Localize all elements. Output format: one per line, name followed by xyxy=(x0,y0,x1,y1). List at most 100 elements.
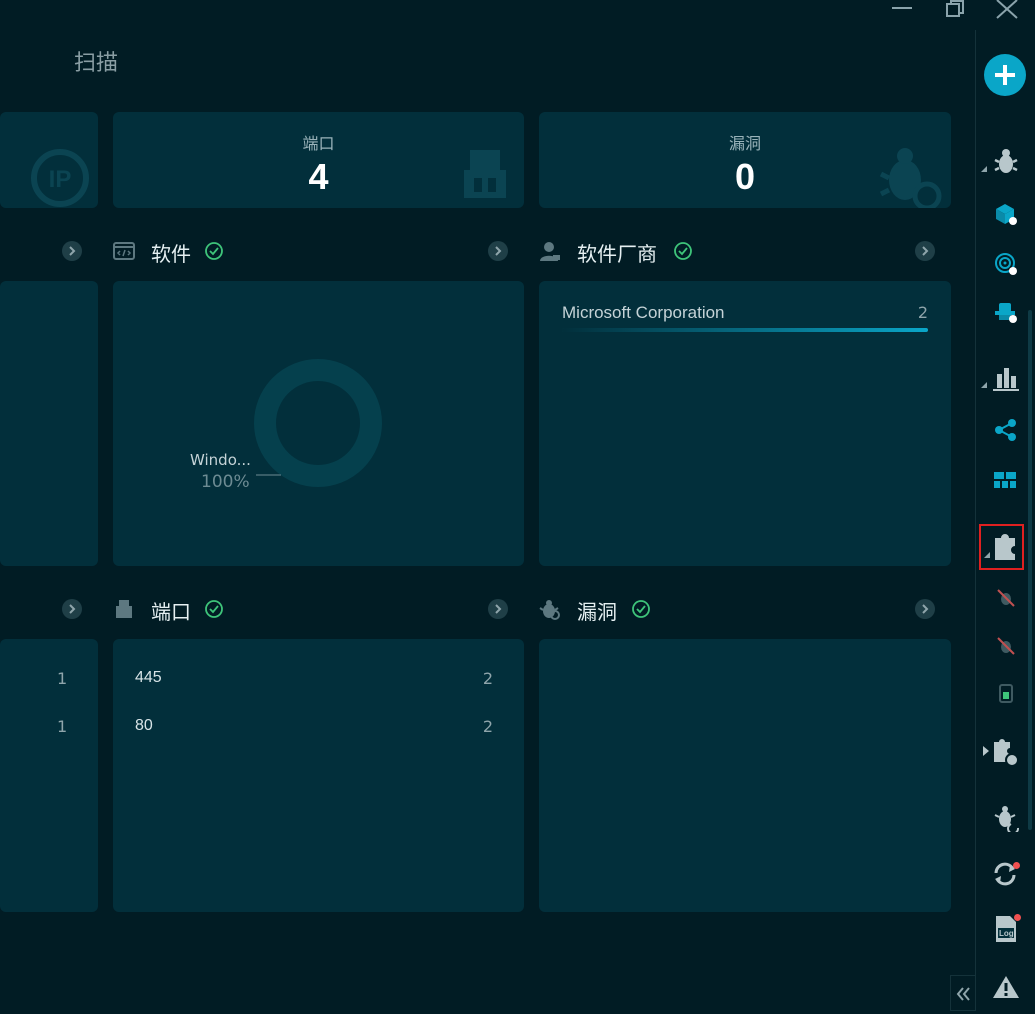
check-circle-icon xyxy=(632,600,650,618)
sidebar-item-update[interactable] xyxy=(992,860,1020,888)
stat-card-ports[interactable]: 端口 4 xyxy=(113,112,524,208)
chevron-right-icon xyxy=(915,599,935,619)
software-more-button[interactable] xyxy=(488,241,508,261)
left-section-2-more-button[interactable] xyxy=(62,599,82,619)
left-panel-top xyxy=(0,281,98,566)
software-chart-panel: Windo... 100% xyxy=(113,281,524,566)
sidebar-item-share[interactable] xyxy=(994,418,1018,442)
grid-icon xyxy=(994,472,1016,488)
vulns-more-button[interactable] xyxy=(915,599,935,619)
sidebar-item-fingerprint[interactable] xyxy=(994,252,1018,276)
notification-dot xyxy=(1013,862,1020,869)
user-icon xyxy=(540,242,560,261)
stat-card-ip[interactable]: IP xyxy=(0,112,98,208)
section-title-software: 软件 xyxy=(151,242,191,266)
list-item[interactable]: 80 2 xyxy=(135,717,493,739)
restore-icon xyxy=(946,0,964,17)
bug-sync-icon xyxy=(994,806,1019,835)
section-header-vulns: 漏洞 xyxy=(539,594,951,624)
ip-icon: IP xyxy=(31,149,89,207)
section-title-vendors: 软件厂商 xyxy=(577,242,657,266)
puzzle-icon xyxy=(984,534,1015,560)
warning-icon xyxy=(993,976,1019,998)
puzzle-gear-icon xyxy=(983,739,1019,767)
port-icon xyxy=(464,150,506,198)
minimize-button[interactable] xyxy=(888,0,918,22)
code-window-icon xyxy=(113,242,135,260)
port-count: 2 xyxy=(482,717,493,736)
list-item-count: 1 xyxy=(57,717,68,736)
list-item-count: 1 xyxy=(57,669,68,688)
check-circle-icon xyxy=(205,600,223,618)
section-header-vendors: 软件厂商 xyxy=(539,236,951,266)
svg-text:IP: IP xyxy=(49,166,72,193)
chevron-right-icon xyxy=(488,241,508,261)
port-count: 2 xyxy=(482,669,493,688)
share-icon xyxy=(995,419,1016,441)
sidebar-item-bug-off-2[interactable] xyxy=(996,636,1016,656)
chevron-right-icon xyxy=(62,241,82,261)
vendor-progress-bar xyxy=(562,328,928,332)
sidebar-item-bug-off-1[interactable] xyxy=(996,588,1016,608)
pie-label-percent: 100% xyxy=(201,472,250,492)
add-icon xyxy=(984,54,1026,96)
port-icon xyxy=(116,600,132,618)
hat-icon xyxy=(995,303,1017,323)
chevron-right-icon xyxy=(488,599,508,619)
sidebar-scrollbar[interactable] xyxy=(1028,310,1032,830)
bug-icon xyxy=(539,600,560,620)
battery-icon xyxy=(999,684,1013,703)
sidebar-item-hat[interactable] xyxy=(994,300,1018,324)
chevron-right-icon xyxy=(915,241,935,261)
pie-label-name: Windo... xyxy=(190,451,251,469)
sidebar-item-battery[interactable] xyxy=(996,682,1016,704)
collapse-sidebar-button[interactable] xyxy=(950,975,976,1011)
sidebar-item-warnings[interactable] xyxy=(992,974,1020,1000)
sidebar-item-vuln-scan[interactable] xyxy=(979,148,1023,176)
list-item[interactable]: 445 2 xyxy=(135,669,493,691)
check-circle-icon xyxy=(674,242,692,260)
check-circle-icon xyxy=(205,242,223,260)
left-panel-bottom: 1 1 xyxy=(0,639,98,912)
bug-search-icon xyxy=(879,148,942,208)
vendor-progress-track xyxy=(562,328,928,332)
sidebar-divider xyxy=(975,30,976,1011)
sidebar-item-plugin-settings[interactable] xyxy=(979,736,1023,768)
vendors-more-button[interactable] xyxy=(915,241,935,261)
restore-button[interactable] xyxy=(943,0,973,22)
chevron-right-icon xyxy=(62,599,82,619)
pie-slice[interactable] xyxy=(254,359,382,487)
sidebar-item-plugins[interactable] xyxy=(979,524,1024,570)
fingerprint-icon xyxy=(995,253,1017,275)
package-icon xyxy=(996,204,1017,225)
close-button[interactable] xyxy=(993,0,1023,22)
vendor-list-item[interactable]: Microsoft Corporation 2 xyxy=(562,303,928,335)
section-header-software: 软件 xyxy=(113,236,524,266)
ports-panel: 445 2 80 2 xyxy=(113,639,524,912)
sidebar-item-log[interactable]: Log xyxy=(994,914,1021,944)
section-title-ports: 端口 xyxy=(151,600,191,624)
sidebar-item-statistics[interactable] xyxy=(979,364,1023,392)
port-number: 445 xyxy=(135,669,162,686)
vulns-panel xyxy=(539,639,951,912)
vendor-name: Microsoft Corporation xyxy=(562,303,725,322)
log-label: Log xyxy=(999,929,1014,938)
bug-off-icon xyxy=(997,589,1015,607)
page-title: 扫描 xyxy=(74,51,119,76)
vendors-panel: Microsoft Corporation 2 xyxy=(539,281,951,566)
section-header-ports: 端口 xyxy=(113,594,524,624)
add-button[interactable] xyxy=(984,54,1026,96)
stat-card-vulns[interactable]: 漏洞 0 xyxy=(539,112,951,208)
vendor-count: 2 xyxy=(917,303,928,322)
sidebar-item-package-scan[interactable] xyxy=(994,202,1018,226)
close-icon xyxy=(996,0,1018,19)
left-section-more-button[interactable] xyxy=(62,241,82,261)
sidebar-item-bug-sync[interactable] xyxy=(992,804,1020,835)
double-chevron-left-icon xyxy=(956,987,970,1001)
sidebar-item-grid[interactable] xyxy=(994,470,1018,490)
software-donut-chart xyxy=(254,359,382,487)
bug-off-icon xyxy=(997,637,1015,655)
ports-more-button[interactable] xyxy=(488,599,508,619)
notification-dot xyxy=(1014,914,1021,921)
port-number: 80 xyxy=(135,717,153,734)
